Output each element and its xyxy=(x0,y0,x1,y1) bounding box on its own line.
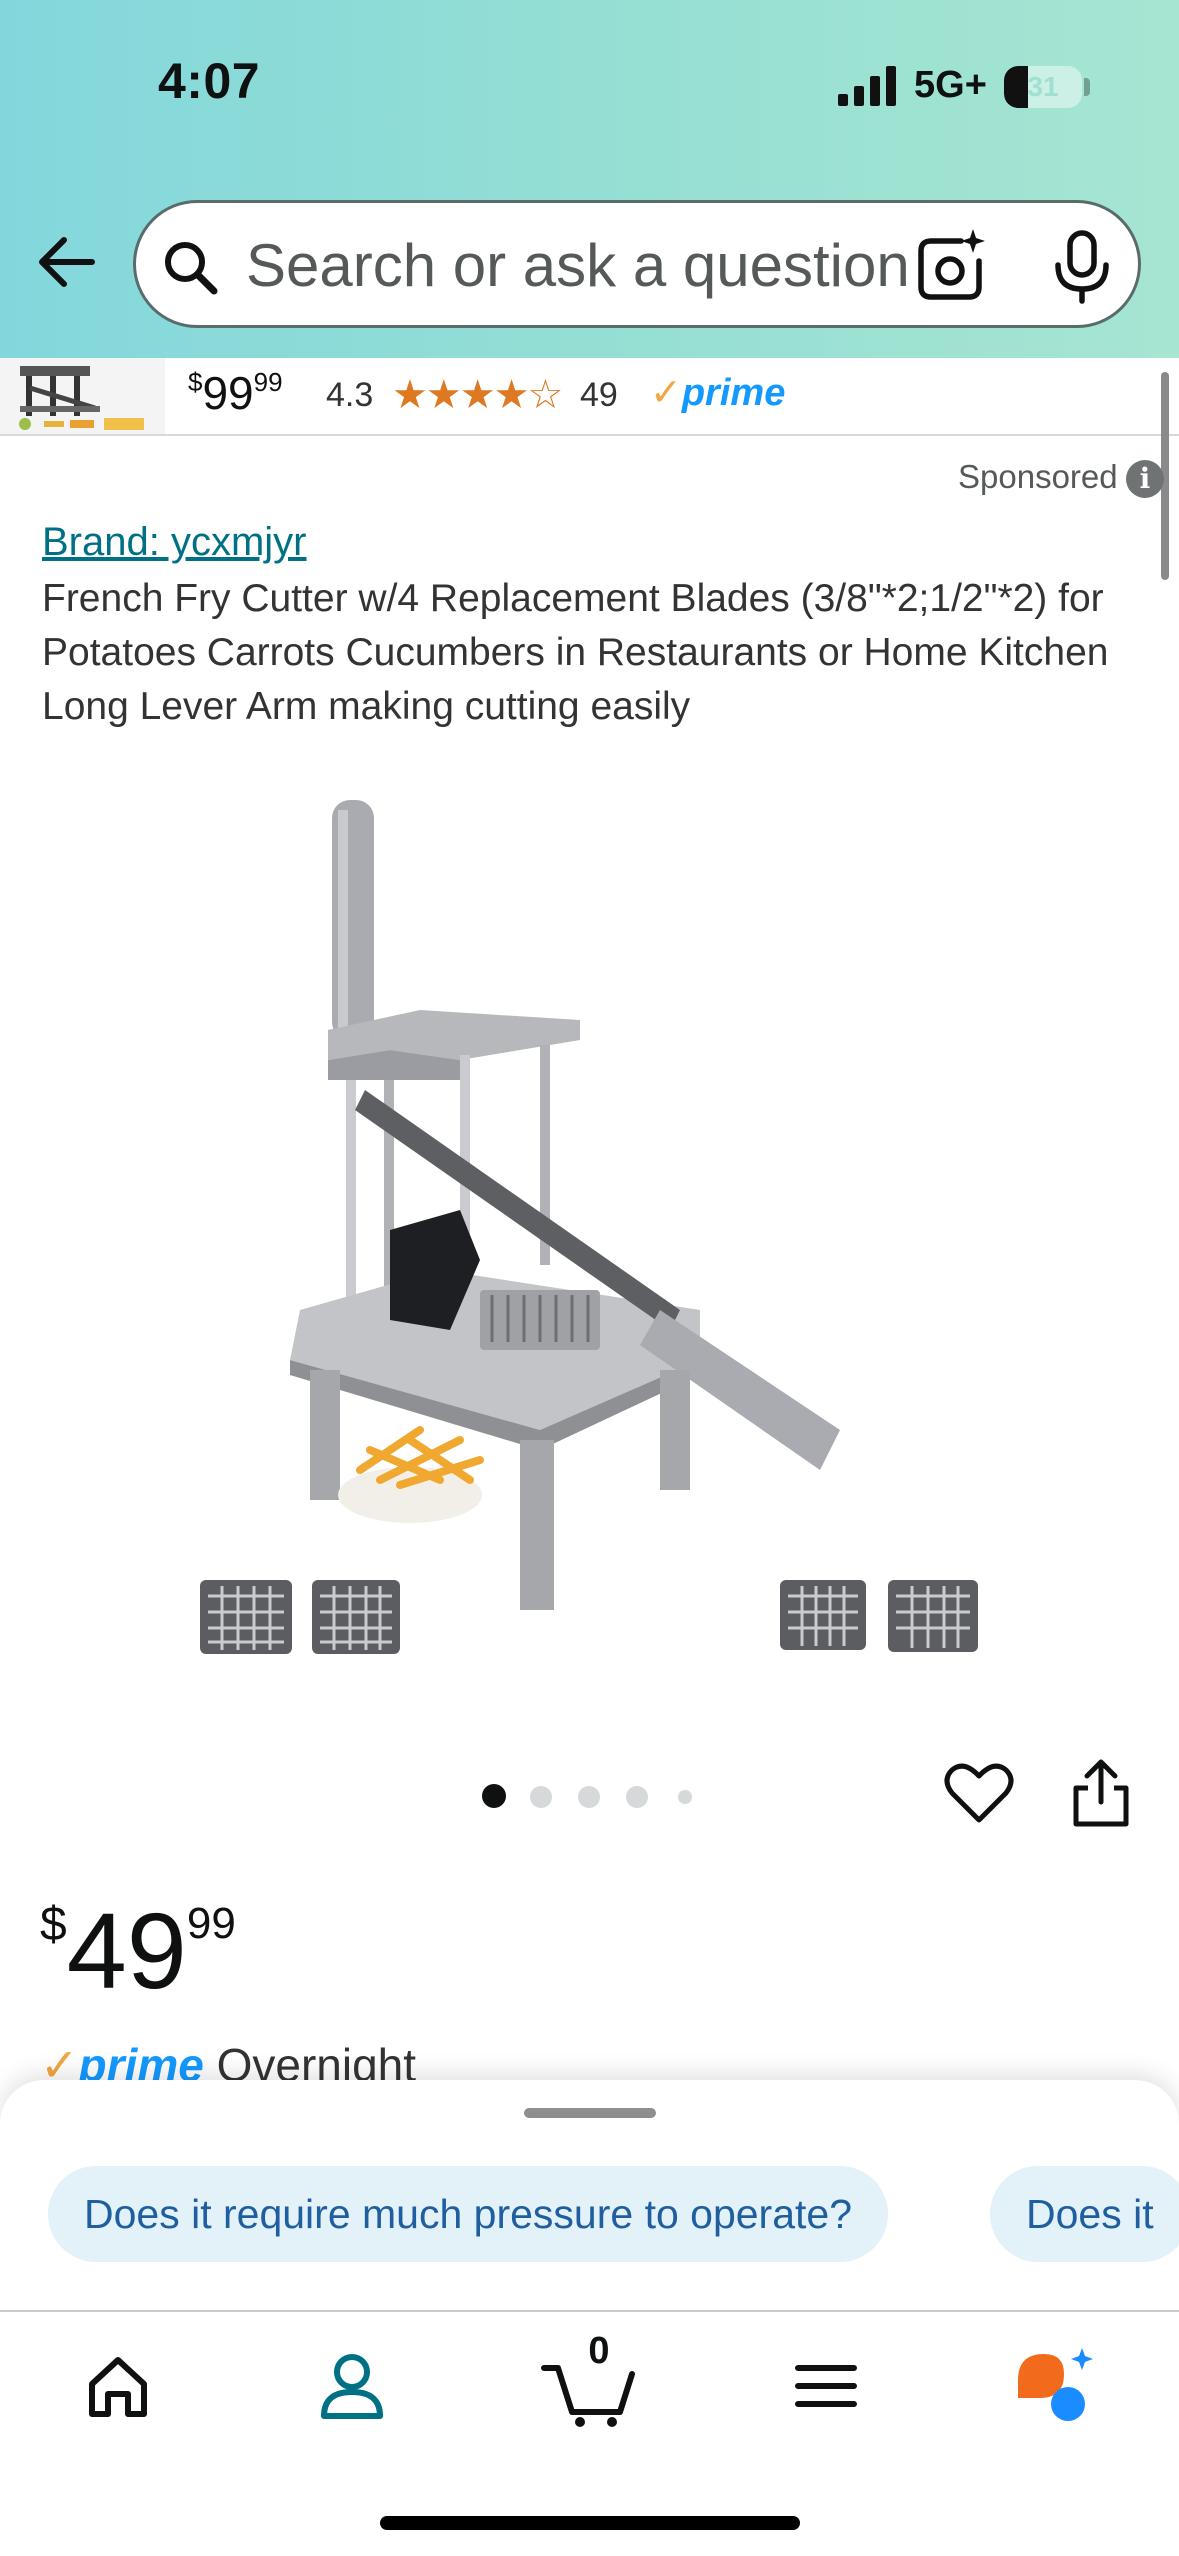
battery-icon: 31 xyxy=(1004,66,1082,108)
heart-icon[interactable] xyxy=(944,1760,1014,1826)
sponsored-price-fraction: 99 xyxy=(253,367,283,397)
prime-badge: ✓prime xyxy=(650,372,786,414)
app-header: 4:07 5G+ 31 xyxy=(0,0,1179,358)
home-indicator[interactable] xyxy=(380,2516,800,2530)
sponsored-price-whole: 99 xyxy=(202,367,254,419)
brand-link[interactable]: Brand: ycxmjyr xyxy=(42,520,307,565)
price-fraction: 99 xyxy=(186,1899,236,1948)
menu-icon[interactable] xyxy=(786,2346,866,2426)
battery-nub xyxy=(1084,78,1090,96)
carousel-dot-active[interactable] xyxy=(482,1784,506,1808)
cart-count: 0 xyxy=(588,2330,610,2372)
product-image[interactable] xyxy=(160,790,1020,1690)
microphone-icon[interactable] xyxy=(1046,229,1118,305)
nav-divider xyxy=(0,2310,1179,2312)
rufus-suggestion-sheet: Does it require much pressure to operate… xyxy=(0,2080,1179,2556)
rufus-chat-icon[interactable] xyxy=(1012,2342,1096,2426)
cellular-signal-icon xyxy=(838,66,896,106)
search-input[interactable] xyxy=(246,223,926,307)
price-whole: 49 xyxy=(66,1890,187,2011)
sponsored-label: Sponsored xyxy=(958,458,1118,495)
status-time: 4:07 xyxy=(158,53,261,109)
carousel-dot[interactable] xyxy=(626,1786,648,1808)
sponsored-product-strip[interactable]: $9999 4.3 ★★★★☆ 49 ✓prime xyxy=(0,358,1179,436)
network-type: 5G+ xyxy=(914,64,987,106)
camera-lens-icon[interactable] xyxy=(911,227,989,305)
product-title: French Fry Cutter w/4 Replacement Blades… xyxy=(42,577,1109,728)
sponsored-rating: 4.3 xyxy=(326,376,374,414)
back-arrow-icon[interactable] xyxy=(30,226,102,298)
sponsored-price: $9999 xyxy=(188,367,283,419)
info-icon[interactable]: i xyxy=(1126,460,1164,498)
price-symbol: $ xyxy=(40,1898,67,1951)
star-rating-icon: ★★★★☆ xyxy=(392,373,563,417)
sponsored-product-thumbnail[interactable] xyxy=(0,358,165,434)
product-price: $4999 xyxy=(40,1870,236,2005)
carousel-dot[interactable] xyxy=(678,1790,692,1804)
search-bar[interactable] xyxy=(133,200,1141,328)
carousel-dot[interactable] xyxy=(578,1786,600,1808)
battery-percent: 31 xyxy=(1027,71,1059,102)
sponsored-review-count: 49 xyxy=(580,376,618,414)
home-icon[interactable] xyxy=(78,2346,158,2426)
suggestion-chip[interactable]: Does it xyxy=(990,2166,1179,2262)
suggestion-chip[interactable]: Does it require much pressure to operate… xyxy=(48,2166,889,2262)
person-icon[interactable] xyxy=(312,2346,392,2426)
search-icon xyxy=(165,242,218,295)
prime-label: prime xyxy=(681,372,786,414)
carousel-dot[interactable] xyxy=(530,1786,552,1808)
share-icon[interactable] xyxy=(1070,1756,1132,1828)
sheet-grabber[interactable] xyxy=(524,2108,656,2118)
